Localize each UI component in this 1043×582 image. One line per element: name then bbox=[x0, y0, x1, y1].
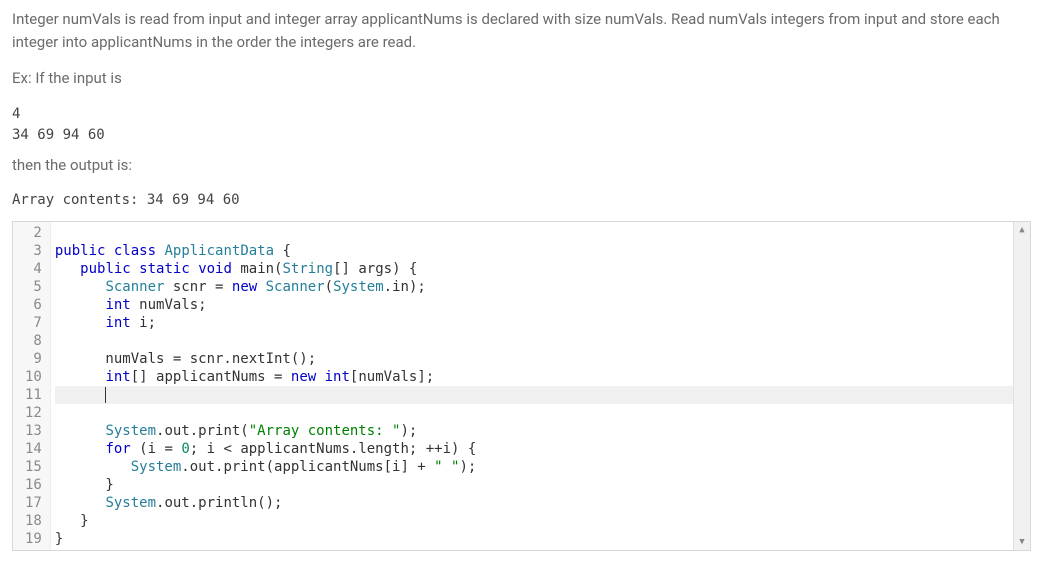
line-number: 17 bbox=[25, 494, 42, 512]
code-line[interactable]: for (i = 0; i < applicantNums.length; ++… bbox=[55, 440, 1013, 458]
line-number: 11 bbox=[25, 386, 42, 404]
example-input-line-1: 4 bbox=[12, 104, 1031, 125]
code-line[interactable]: int[] applicantNums = new int[numVals]; bbox=[55, 368, 1013, 386]
code-line[interactable]: } bbox=[55, 530, 1013, 548]
code-editor[interactable]: 2345678910111213141516171819 public clas… bbox=[12, 221, 1031, 551]
code-line[interactable]: System.out.println(); bbox=[55, 494, 1013, 512]
code-line[interactable] bbox=[55, 224, 1013, 242]
line-number-gutter: 2345678910111213141516171819 bbox=[13, 222, 51, 550]
code-line[interactable]: Scanner scnr = new Scanner(System.in); bbox=[55, 278, 1013, 296]
code-line[interactable]: System.out.print(applicantNums[i] + " ")… bbox=[55, 458, 1013, 476]
code-line[interactable]: System.out.print("Array contents: "); bbox=[55, 422, 1013, 440]
line-number: 2 bbox=[25, 224, 42, 242]
code-line[interactable] bbox=[55, 386, 1013, 404]
line-number: 7 bbox=[25, 314, 42, 332]
line-number: 18 bbox=[25, 512, 42, 530]
code-line[interactable]: int i; bbox=[55, 314, 1013, 332]
problem-description: Integer numVals is read from input and i… bbox=[12, 8, 1031, 53]
line-number: 4 bbox=[25, 260, 42, 278]
code-line[interactable]: numVals = scnr.nextInt(); bbox=[55, 350, 1013, 368]
then-label: then the output is: bbox=[12, 154, 1031, 177]
line-number: 6 bbox=[25, 296, 42, 314]
code-line[interactable]: public static void main(String[] args) { bbox=[55, 260, 1013, 278]
example-input: 4 34 69 94 60 bbox=[12, 104, 1031, 146]
line-number: 13 bbox=[25, 422, 42, 440]
line-number: 15 bbox=[25, 458, 42, 476]
code-line[interactable] bbox=[55, 332, 1013, 350]
code-area[interactable]: public class ApplicantData { public stat… bbox=[51, 222, 1013, 550]
code-line[interactable]: public class ApplicantData { bbox=[55, 242, 1013, 260]
line-number: 19 bbox=[25, 530, 42, 548]
vertical-scrollbar[interactable]: ▲ ▼ bbox=[1013, 222, 1030, 550]
line-number: 8 bbox=[25, 332, 42, 350]
code-line[interactable] bbox=[55, 404, 1013, 422]
line-number: 9 bbox=[25, 350, 42, 368]
scroll-up-arrow[interactable]: ▲ bbox=[1014, 222, 1030, 238]
line-number: 5 bbox=[25, 278, 42, 296]
line-number: 10 bbox=[25, 368, 42, 386]
example-input-line-2: 34 69 94 60 bbox=[12, 125, 1031, 146]
line-number: 16 bbox=[25, 476, 42, 494]
line-number: 12 bbox=[25, 404, 42, 422]
line-number: 14 bbox=[25, 440, 42, 458]
scroll-down-arrow[interactable]: ▼ bbox=[1014, 534, 1030, 550]
code-line[interactable]: int numVals; bbox=[55, 296, 1013, 314]
text-cursor bbox=[105, 387, 106, 403]
line-number: 3 bbox=[25, 242, 42, 260]
example-label: Ex: If the input is bbox=[12, 67, 1031, 90]
code-line[interactable]: } bbox=[55, 512, 1013, 530]
code-line[interactable]: } bbox=[55, 476, 1013, 494]
example-output: Array contents: 34 69 94 60 bbox=[12, 190, 1031, 211]
